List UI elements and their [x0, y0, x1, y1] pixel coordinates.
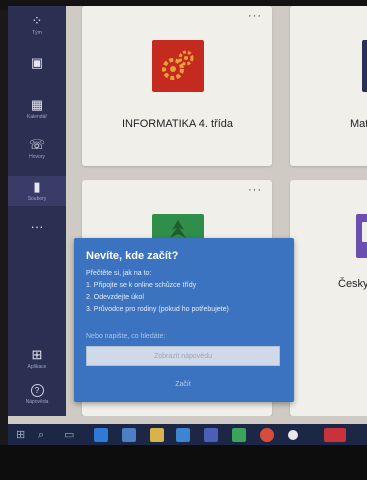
active-app-icon[interactable] [324, 428, 346, 442]
team-tile-icon [152, 40, 204, 92]
popup-link-family-guide[interactable]: 3. Průvodce pro rodiny (pokud ho potřebu… [86, 306, 229, 313]
help-icon: ? [30, 384, 44, 397]
team-tile-icon [356, 214, 367, 258]
settings-icon[interactable] [260, 428, 274, 442]
team-card[interactable]: Mat [290, 6, 367, 166]
mail-icon[interactable] [176, 428, 190, 442]
rail-item-calendar[interactable]: ▦ Kalendář [8, 97, 66, 121]
calls-icon: ☏ [28, 137, 46, 152]
monitor-bezel-bottom [0, 445, 367, 480]
rail-item-label: Hovory [29, 154, 45, 160]
files-icon: ▮ [33, 179, 41, 194]
rail-item-calls[interactable]: ☏ Hovory [8, 137, 66, 161]
screen-bottom-strip [8, 416, 367, 424]
chrome-icon[interactable] [232, 428, 246, 442]
team-card-title: Česky [338, 278, 367, 290]
card-more-button[interactable]: ··· [248, 10, 262, 22]
getting-started-popup: Nevíte, kde začít? Přečtěte si, jak na t… [74, 238, 294, 402]
store-icon[interactable] [122, 428, 136, 442]
team-tile-icon [362, 40, 367, 92]
team-card-title: Mat [350, 118, 367, 130]
rail-item-label: Kalendář [26, 114, 47, 120]
card-more-button[interactable]: ··· [248, 184, 262, 196]
team-card-title: INFORMATIKA 4. třída [122, 118, 234, 130]
popup-intro: Přečtěte si, jak na to: [86, 270, 152, 277]
popup-title: Nevíte, kde začít? [86, 250, 179, 262]
rail-item-label: Soubory [27, 196, 47, 202]
rail-item-assignments[interactable]: ▣ [8, 56, 66, 72]
app-rail: ⁘ Tým ▣ ▦ Kalendář ☏ Hovory ▮ Soubory ··… [8, 6, 66, 416]
rail-item-teams[interactable]: ⁘ Tým [8, 13, 66, 37]
help-search-input[interactable]: Zobrazit nápovědu [86, 346, 280, 366]
start-button[interactable]: Začít [86, 376, 280, 394]
assignments-icon: ▣ [30, 55, 44, 70]
popup-link-join-meeting[interactable]: 1. Připojte se k online schůzce třídy [86, 282, 196, 289]
teams-icon[interactable] [204, 428, 218, 442]
popup-alt-label: Nebo napište, co hledáte: [86, 333, 166, 340]
rail-item-label: Tým [32, 30, 42, 36]
search-icon[interactable]: ⌕ [38, 427, 44, 443]
rail-item-apps[interactable]: ⊞ Aplikace [8, 347, 66, 371]
team-card[interactable]: ··· INFORMATIKA 4. třída [82, 6, 272, 166]
popup-link-submit-assignment[interactable]: 2. Odevzdejte úkol [86, 294, 144, 301]
team-card[interactable]: Česky [290, 180, 367, 416]
more-icon: ··· [30, 219, 44, 234]
edge-icon[interactable] [94, 428, 108, 442]
explorer-icon[interactable] [150, 428, 164, 442]
rail-item-more[interactable]: ··· [8, 220, 66, 234]
windows-taskbar: ⊞ ⌕ ▭ [8, 424, 367, 446]
app-icon[interactable] [288, 430, 298, 440]
rail-item-label: Aplikace [27, 364, 47, 370]
calendar-icon: ▦ [30, 97, 44, 112]
screen: ⁘ Tým ▣ ▦ Kalendář ☏ Hovory ▮ Soubory ··… [8, 6, 367, 446]
apps-icon: ⊞ [31, 347, 43, 362]
task-view-icon[interactable]: ▭ [64, 427, 74, 443]
rail-item-help[interactable]: ? Nápověda [8, 384, 66, 405]
rail-item-label: Nápověda [25, 399, 49, 405]
teams-icon: ⁘ [31, 13, 43, 28]
rail-item-files[interactable]: ▮ Soubory [8, 176, 66, 206]
start-icon[interactable]: ⊞ [16, 427, 25, 443]
